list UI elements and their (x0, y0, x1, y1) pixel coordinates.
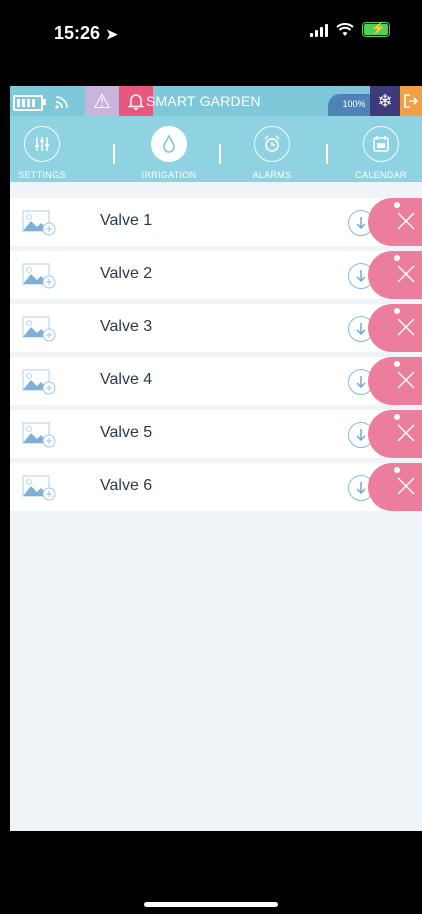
valve-name: Valve 6 (100, 477, 153, 494)
valve-row[interactable]: Valve 1 (10, 198, 422, 246)
tab-divider (326, 144, 328, 164)
signal-icon (55, 96, 68, 109)
tab-calendar[interactable]: CALENDAR (341, 126, 421, 180)
valve-list: Valve 1 Valve 2 Valve 3 Valve 4 Valve 5 … (10, 198, 422, 516)
arrow-down-icon (356, 429, 366, 441)
close-icon (397, 371, 415, 389)
valve-name: Valve 1 (100, 212, 153, 229)
bell-icon (128, 94, 144, 110)
alarm-clock-icon (254, 126, 290, 162)
water-drop-icon (151, 126, 187, 162)
delete-button[interactable] (368, 198, 422, 246)
tab-settings[interactable]: SETTINGS (10, 126, 82, 180)
app-top-bar: ⚠ SMART GARDEN 100% ❄ (10, 86, 422, 116)
valve-name: Valve 5 (100, 424, 153, 441)
app-title: SMART GARDEN (146, 93, 261, 109)
image-placeholder-icon (22, 369, 56, 395)
tab-label: CALENDAR (355, 170, 407, 180)
snowflake-icon: ❄ (377, 90, 393, 111)
calendar-icon (363, 126, 399, 162)
valve-row[interactable]: Valve 2 (10, 251, 422, 299)
ios-status-bar: 15:26 ➤ ⚡ (0, 0, 422, 70)
valve-name: Valve 3 (100, 318, 153, 335)
valve-name: Valve 4 (100, 371, 153, 388)
logout-button[interactable] (400, 86, 422, 116)
device-battery-icon (13, 95, 46, 111)
status-dot (394, 361, 400, 367)
tab-irrigation[interactable]: IRRIGATION (129, 126, 209, 180)
status-dot (394, 414, 400, 420)
status-dot (394, 202, 400, 208)
tab-divider (219, 144, 221, 164)
warning-icon: ⚠ (93, 90, 111, 113)
valve-row[interactable]: Valve 5 (10, 410, 422, 458)
delete-button[interactable] (368, 410, 422, 458)
tab-alarms[interactable]: ALARMS (232, 126, 312, 180)
arrow-down-icon (356, 270, 366, 282)
warning-button[interactable]: ⚠ (85, 86, 119, 116)
logout-icon (404, 94, 419, 108)
battery-charging-icon: ⚡ (362, 21, 390, 37)
wifi-icon (336, 22, 354, 36)
arrow-down-icon (356, 217, 366, 229)
arrow-down-icon (356, 323, 366, 335)
status-dot (394, 308, 400, 314)
delete-button[interactable] (368, 357, 422, 405)
arrow-down-icon (356, 482, 366, 494)
image-placeholder-icon (22, 422, 56, 448)
status-dot (394, 467, 400, 473)
arrow-down-icon (356, 376, 366, 388)
valve-row[interactable]: Valve 6 (10, 463, 422, 511)
sliders-icon (24, 126, 60, 162)
smart-garden-app: ⚠ SMART GARDEN 100% ❄ SETTINGS IRRIGATIO… (10, 86, 422, 831)
image-placeholder-icon (22, 210, 56, 236)
delete-button[interactable] (368, 463, 422, 511)
close-icon (397, 424, 415, 442)
tab-label: SETTINGS (18, 170, 66, 180)
cellular-signal-icon (310, 23, 328, 37)
status-dot (394, 255, 400, 261)
delete-button[interactable] (368, 304, 422, 352)
valve-row[interactable]: Valve 4 (10, 357, 422, 405)
close-icon (397, 477, 415, 495)
tab-label: IRRIGATION (141, 170, 197, 180)
home-indicator[interactable] (144, 902, 278, 907)
status-indicators: ⚡ (310, 21, 390, 37)
main-tab-bar: SETTINGS IRRIGATION ALARMS CALENDAR (10, 116, 422, 182)
status-time: 15:26 ➤ (54, 23, 118, 43)
image-placeholder-icon (22, 316, 56, 342)
location-arrow-icon: ➤ (106, 26, 118, 42)
tab-label: ALARMS (252, 170, 292, 180)
valve-row[interactable]: Valve 3 (10, 304, 422, 352)
tab-divider (113, 144, 115, 164)
close-icon (397, 212, 415, 230)
frost-button[interactable]: ❄ (370, 86, 400, 116)
close-icon (397, 318, 415, 336)
valve-name: Valve 2 (100, 265, 153, 282)
image-placeholder-icon (22, 475, 56, 501)
image-placeholder-icon (22, 263, 56, 289)
delete-button[interactable] (368, 251, 422, 299)
close-icon (397, 265, 415, 283)
phone-screen: 15:26 ➤ ⚡ ⚠ SMART GARDEN 100% ❄ SETTINGS… (0, 0, 422, 914)
